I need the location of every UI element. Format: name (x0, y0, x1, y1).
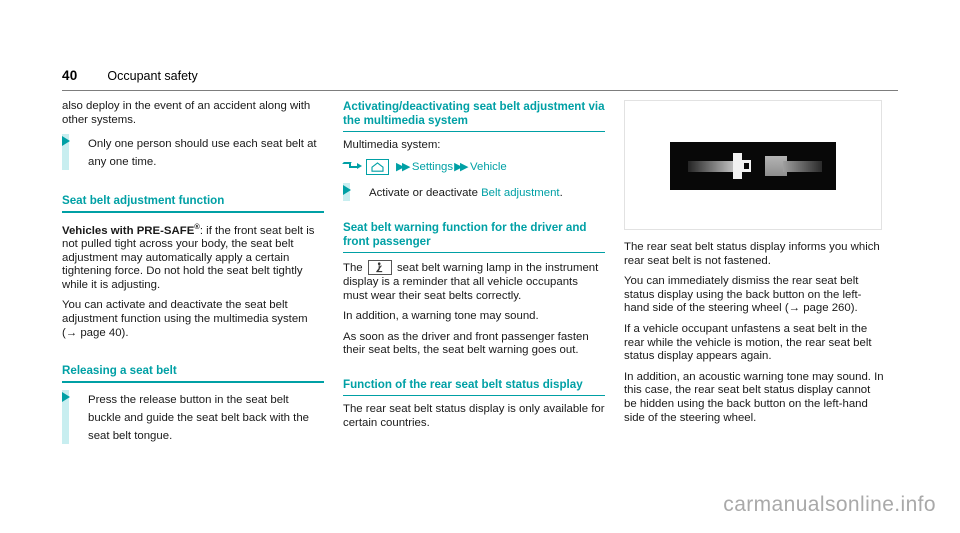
seat-belt-warning-lamp-icon (367, 260, 392, 276)
step-triangle-icon (62, 136, 70, 147)
step-one-person-per-belt: Only one person should use each seat bel… (62, 134, 324, 171)
header-divider (62, 90, 898, 91)
header-section-title: Occupant safety (107, 69, 198, 83)
multimedia-system-label: Multimedia system: (343, 139, 441, 152)
heading-activating-deactivating-via-multimedia: Activating/deactivating seat belt adjust… (343, 100, 605, 127)
turn-arrow-icon (343, 161, 362, 173)
step-press-release-button: Press the release button in the seat bel… (62, 389, 324, 444)
step-label: Press the release button in the seat bel… (88, 393, 309, 442)
home-icon (366, 158, 389, 175)
chevron-double-icon: ▶▶ (396, 160, 410, 173)
paragraph-warning-lamp: The seat belt warning lamp in the instru… (343, 260, 605, 303)
paragraph-presafe: Vehicles with PRE-SAFE®: if the front se… (62, 220, 324, 293)
column-1: also deploy in the event of an accident … (62, 100, 324, 451)
step-triangle-icon (343, 184, 351, 195)
belt-tongue-hole (744, 163, 749, 169)
step-activate-belt-adjustment: Activate or deactivate Belt adjustment. (343, 182, 605, 201)
heading-underline (343, 394, 605, 397)
column-3: The rear seat belt status display inform… (624, 100, 886, 432)
display-screen-graphic (670, 142, 836, 190)
content-columns: also deploy in the event of an accident … (62, 100, 898, 460)
column-2: Activating/deactivating seat belt adjust… (343, 100, 605, 438)
site-watermark: carmanualsonline.info (723, 493, 936, 516)
heading-seat-belt-warning-function: Seat belt warning function for the drive… (343, 220, 587, 248)
heading-rear-seat-belt-status-display: Function of the rear seat belt status di… (343, 377, 583, 391)
heading-underline (62, 211, 324, 213)
heading-releasing-a-seat-belt: Releasing a seat belt (62, 364, 177, 378)
multimedia-navigation-path: ▶▶ Settings ▶▶ Vehicle (343, 158, 605, 175)
chevron-double-icon: ▶▶ (454, 160, 468, 173)
heading-underline (343, 131, 605, 133)
heading-underline (343, 251, 605, 254)
warning-text-prefix: The (343, 262, 366, 275)
running-header: 40 Occupant safety (62, 68, 898, 83)
step-label: Only one person should use each seat bel… (88, 138, 317, 169)
step-text-prefix: Activate or deactivate (369, 186, 482, 199)
paragraph-dismiss-display: You can immediately dismiss the rear sea… (624, 275, 862, 315)
presafe-lead: Vehicles with PRE-SAFE (62, 224, 195, 237)
manual-page: 40 Occupant safety also deploy in the ev… (0, 0, 960, 533)
page-number: 40 (62, 68, 78, 83)
step-text-suffix: . (559, 186, 563, 199)
belt-strap-right (783, 161, 822, 172)
paragraph-status-availability: The rear seat belt status display is onl… (343, 403, 605, 429)
step-label: Activate or deactivate Belt adjustment. (369, 187, 563, 199)
paragraph-status-informs: The rear seat belt status display inform… (624, 241, 880, 267)
belt-strap-left (688, 161, 736, 172)
paragraph-unfastens-in-rear: If a vehicle occupant unfastens a seat b… (624, 322, 872, 363)
heading-underline (62, 381, 324, 383)
path-item-settings: Settings (411, 160, 454, 173)
paragraph-activate-deactivate: You can activate and deactivate the seat… (62, 299, 308, 339)
paragraph-warning-tone: In addition, a warning tone may sound. (343, 310, 539, 323)
paragraph-acoustic-warning: In addition, an acoustic warning tone ma… (624, 370, 884, 424)
rear-seat-belt-status-display-illustration (624, 100, 882, 230)
step-triangle-icon (62, 391, 70, 402)
continued-paragraph: also deploy in the event of an accident … (62, 100, 311, 126)
belt-adjustment-menu-item: Belt adjustment (481, 186, 560, 199)
path-item-vehicle: Vehicle (470, 160, 507, 173)
heading-seat-belt-adjustment-function: Seat belt adjustment function (62, 194, 225, 208)
paragraph-fasten-belts: As soon as the driver and front passenge… (343, 330, 589, 357)
